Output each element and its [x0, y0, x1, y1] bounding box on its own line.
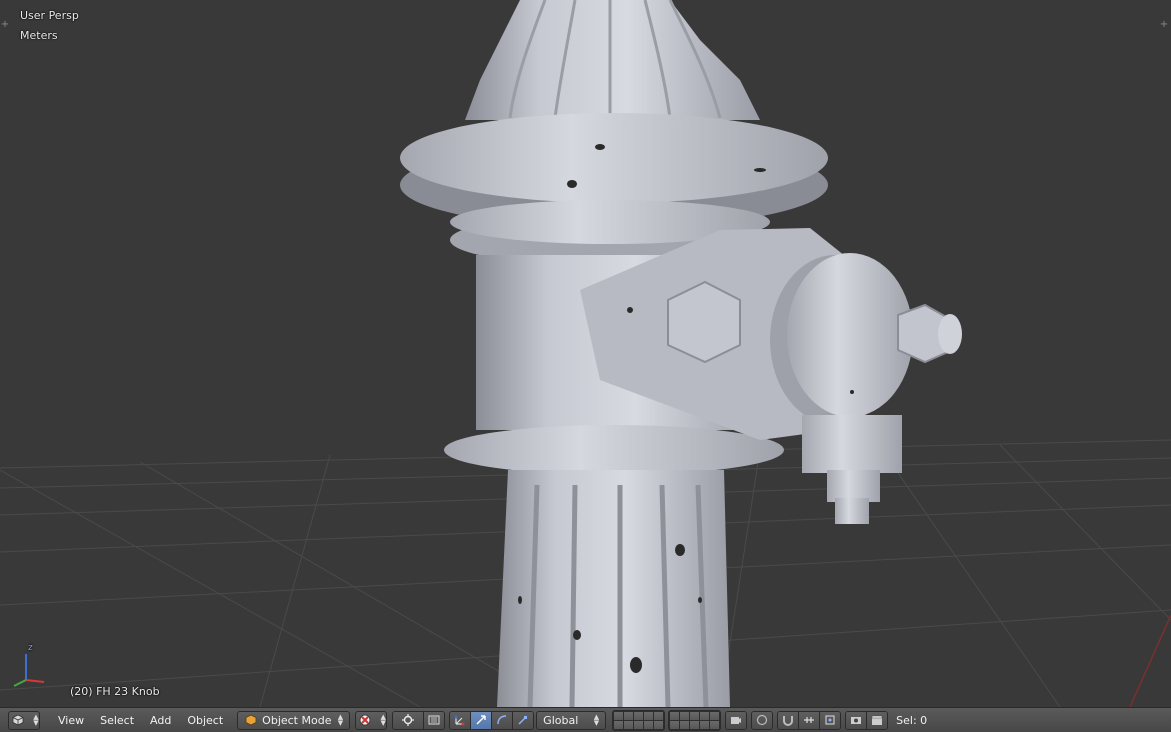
- cube-icon: [244, 712, 258, 729]
- region-expand-icon-left[interactable]: +: [0, 20, 10, 30]
- translate-icon[interactable]: [471, 711, 493, 729]
- lock-layer-group: [725, 710, 748, 730]
- 3d-viewport[interactable]: User Persp Meters z (20) FH 23 Knob + +: [0, 0, 1171, 707]
- layer-button[interactable]: [644, 720, 654, 729]
- transform-manipulators: [449, 710, 535, 730]
- 3d-view-icon: [9, 712, 27, 729]
- layer-button[interactable]: [654, 711, 664, 720]
- layer-button[interactable]: [670, 720, 680, 729]
- pivot-group: [392, 710, 446, 730]
- selection-status: Sel: 0: [896, 713, 928, 727]
- lock-camera-icon[interactable]: [726, 711, 747, 729]
- mode-dropdown[interactable]: Object Mode ▲ ▼: [237, 710, 351, 730]
- layer-button[interactable]: [614, 720, 624, 729]
- menu-add[interactable]: Add: [142, 711, 179, 730]
- layer-button[interactable]: [700, 720, 710, 729]
- layer-button[interactable]: [690, 711, 700, 720]
- layer-button[interactable]: [710, 711, 720, 720]
- layer-button[interactable]: [624, 711, 634, 720]
- shading-icon: [356, 712, 374, 729]
- layer-button[interactable]: [680, 720, 690, 729]
- mode-label: Object Mode: [262, 713, 332, 727]
- chevron-updown-icon: ▲ ▼: [380, 713, 386, 727]
- chevron-updown-icon: ▲ ▼: [33, 713, 39, 727]
- snap-element-icon[interactable]: [799, 711, 821, 729]
- chevron-updown-icon: ▲ ▼: [337, 713, 344, 727]
- layer-button[interactable]: [710, 720, 720, 729]
- snap-target-icon[interactable]: [820, 711, 841, 729]
- layer-button[interactable]: [634, 720, 644, 729]
- manipulator-toggle-icon[interactable]: [450, 711, 472, 729]
- view-name: User Persp: [20, 9, 79, 22]
- layer-button[interactable]: [654, 720, 664, 729]
- x-axis-line: [1129, 614, 1171, 707]
- region-expand-icon-right[interactable]: +: [1159, 20, 1169, 30]
- layer-button[interactable]: [614, 711, 624, 720]
- layer-button[interactable]: [634, 711, 644, 720]
- pivot-icon[interactable]: [393, 711, 425, 729]
- 3d-view-header: ▲ ▼ View Select Add Object Object Mode ▲ ▼…: [0, 707, 1171, 732]
- snap-group: [777, 710, 842, 730]
- transform-orientation-label: Global: [543, 713, 579, 727]
- editor-type-button[interactable]: ▲ ▼: [8, 710, 40, 730]
- manipulator-icon[interactable]: [424, 711, 445, 729]
- units-label: Meters: [20, 29, 58, 42]
- layer-button[interactable]: [670, 711, 680, 720]
- rotate-icon[interactable]: [492, 711, 514, 729]
- render-group: [845, 710, 889, 730]
- transform-orientation-dropdown[interactable]: Global ▲ ▼: [536, 710, 607, 730]
- axis-z-label: z: [28, 643, 33, 653]
- layers-grid-right[interactable]: [668, 709, 722, 731]
- layers-grid-left[interactable]: [612, 709, 666, 731]
- menu-select[interactable]: Select: [92, 711, 142, 730]
- menu-object[interactable]: Object: [179, 711, 231, 730]
- proportional-editing-icon[interactable]: [752, 711, 773, 729]
- viewport-shading-button[interactable]: ▲ ▼: [355, 710, 388, 730]
- clapperboard-icon[interactable]: [867, 711, 888, 729]
- scale-icon[interactable]: [513, 711, 534, 729]
- layer-button[interactable]: [680, 711, 690, 720]
- layer-button[interactable]: [644, 711, 654, 720]
- magnet-icon[interactable]: [778, 711, 800, 729]
- layer-button[interactable]: [700, 711, 710, 720]
- render-still-icon[interactable]: [846, 711, 868, 729]
- menu-view[interactable]: View: [50, 711, 92, 730]
- proportional-editing-group: [751, 710, 774, 730]
- chevron-updown-icon: ▲ ▼: [593, 713, 600, 727]
- axis-gizmo: [13, 654, 45, 687]
- scene-render: [0, 0, 1171, 707]
- layer-button[interactable]: [690, 720, 700, 729]
- layer-button[interactable]: [624, 720, 634, 729]
- active-object-label: (20) FH 23 Knob: [70, 685, 160, 698]
